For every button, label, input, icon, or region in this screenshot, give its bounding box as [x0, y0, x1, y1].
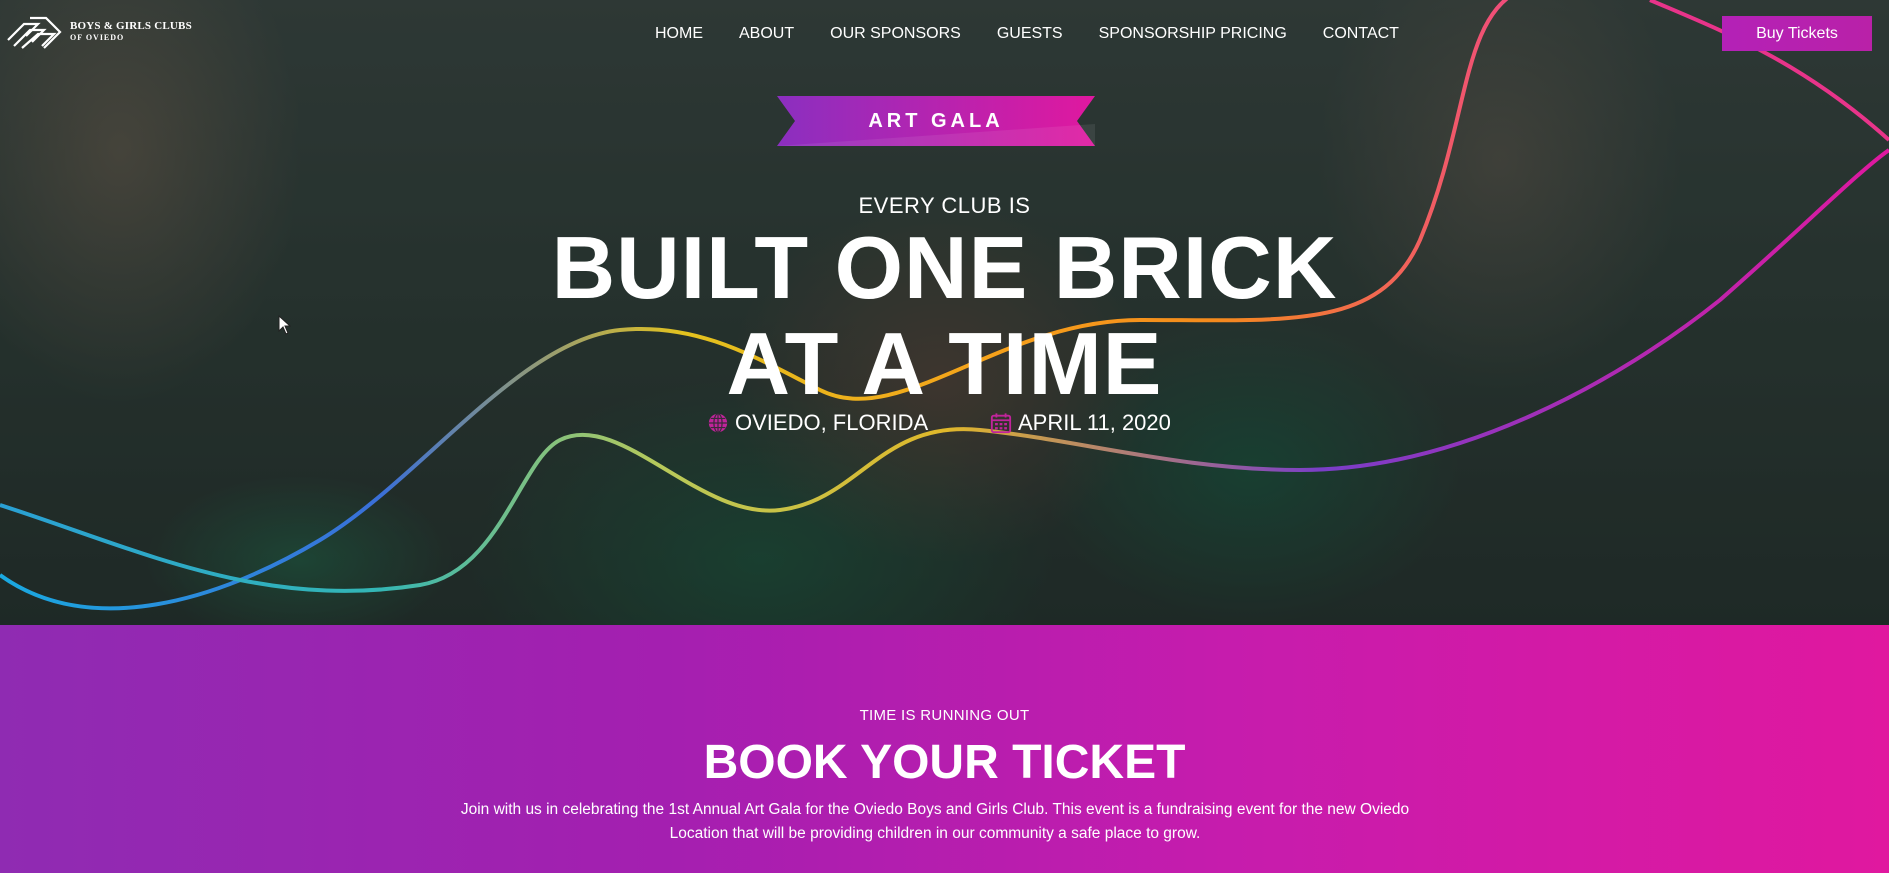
promo-kicker: TIME IS RUNNING OUT: [859, 707, 1030, 724]
ribbon-label: ART GALA: [868, 109, 1004, 132]
nav-item-contact[interactable]: CONTACT: [1323, 22, 1399, 46]
nav-item-our-sponsors[interactable]: OUR SPONSORS: [830, 22, 979, 46]
calendar-icon: [990, 413, 1012, 434]
hands-logo-icon: [7, 16, 62, 49]
buy-tickets-button[interactable]: Buy Tickets: [1722, 16, 1872, 51]
promo-body: Join with us in celebrating the 1st Annu…: [460, 801, 1410, 842]
nav-item-home[interactable]: HOME: [655, 22, 721, 46]
brand-name-line1: BOYS & GIRLS CLUBS: [70, 20, 192, 32]
event-date-text: APRIL 11, 2020: [1018, 410, 1171, 435]
brand-name-line2: OF OVIEDO: [70, 33, 125, 42]
hero-headline-line1: BUILT ONE BRICK: [551, 218, 1338, 317]
hero-section: BOYS & GIRLS CLUBS OF OVIEDO HOME ABOUT …: [0, 0, 1889, 625]
brand-logo[interactable]: BOYS & GIRLS CLUBS OF OVIEDO: [4, 12, 192, 52]
hero-kicker: EVERY CLUB IS: [858, 193, 1031, 218]
nav-item-sponsorship-pricing[interactable]: SPONSORSHIP PRICING: [1099, 22, 1305, 46]
promo-title: BOOK YOUR TICKET: [703, 736, 1186, 789]
nav-item-guests[interactable]: GUESTS: [997, 22, 1081, 46]
brand-name: BOYS & GIRLS CLUBS OF OVIEDO: [70, 21, 192, 43]
mouse-cursor-icon: [278, 315, 292, 335]
globe-icon: [708, 413, 728, 433]
main-nav: HOME ABOUT OUR SPONSORS GUESTS SPONSORSH…: [655, 22, 1399, 46]
event-location-text: OVIEDO, FLORIDA: [735, 410, 929, 435]
nav-item-about[interactable]: ABOUT: [739, 22, 812, 46]
event-date: APRIL 11, 2020: [990, 408, 1171, 438]
event-location: OVIEDO, FLORIDA: [707, 408, 928, 438]
